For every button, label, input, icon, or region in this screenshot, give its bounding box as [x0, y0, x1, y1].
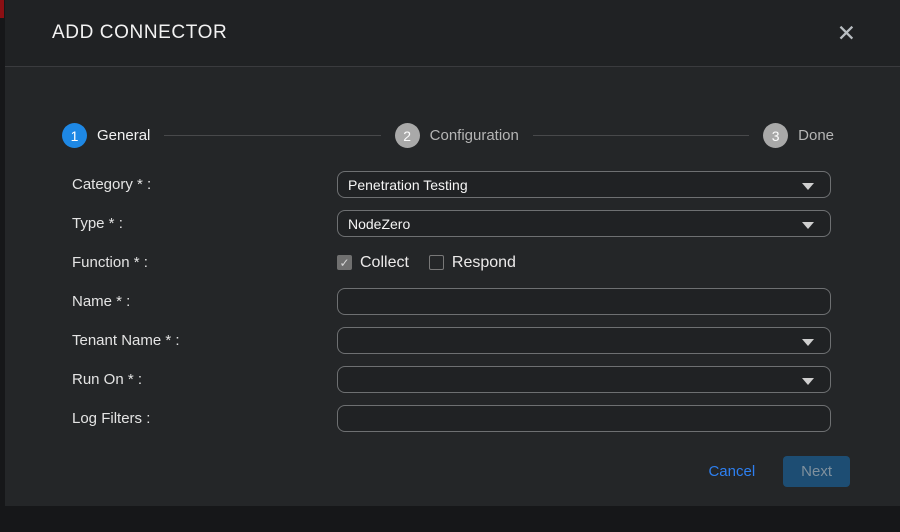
add-connector-dialog: ADD CONNECTOR ✕ 1 General 2 Configuratio… [5, 0, 900, 506]
collect-checkbox-label: Collect [360, 254, 409, 272]
chevron-down-icon [802, 339, 814, 346]
dialog-title: ADD CONNECTOR [52, 22, 227, 44]
step-2-circle: 2 [395, 123, 420, 148]
connector-form: Category * : Penetration Testing Type * … [5, 171, 900, 444]
checkbox-checked-icon[interactable]: ✓ [337, 255, 352, 270]
chevron-down-icon [802, 378, 814, 385]
respond-checkbox[interactable]: Respond [429, 254, 516, 272]
function-checkbox-group: ✓ Collect Respond [337, 254, 831, 272]
wizard-stepper: 1 General 2 Configuration 3 Done [62, 123, 834, 148]
step-connector-line [164, 135, 380, 136]
page-background-accent [0, 0, 4, 18]
dialog-footer: Cancel Next [5, 456, 900, 487]
chevron-down-icon [802, 183, 814, 190]
name-input[interactable] [337, 288, 831, 315]
log-filters-label: Log Filters : [72, 410, 337, 427]
name-row: Name * : [72, 288, 900, 315]
tenant-name-row: Tenant Name * : [72, 327, 900, 354]
step-general: 1 General [62, 123, 150, 148]
step-3-label: Done [798, 127, 834, 144]
type-row: Type * : NodeZero [72, 210, 900, 237]
step-2-label: Configuration [430, 127, 519, 144]
function-row: Function * : ✓ Collect Respond [72, 249, 900, 276]
run-on-select[interactable] [337, 366, 831, 393]
type-label: Type * : [72, 215, 337, 232]
tenant-name-select[interactable] [337, 327, 831, 354]
type-value: NodeZero [348, 216, 816, 232]
name-label: Name * : [72, 293, 337, 310]
respond-checkbox-label: Respond [452, 254, 516, 272]
step-3-circle: 3 [763, 123, 788, 148]
category-value: Penetration Testing [348, 177, 816, 193]
dialog-header: ADD CONNECTOR ✕ [5, 0, 900, 67]
next-button[interactable]: Next [783, 456, 850, 487]
run-on-row: Run On * : [72, 366, 900, 393]
tenant-name-label: Tenant Name * : [72, 332, 337, 349]
step-configuration: 2 Configuration [395, 123, 519, 148]
log-filters-input[interactable] [337, 405, 831, 432]
log-filters-row: Log Filters : [72, 405, 900, 432]
chevron-down-icon [802, 222, 814, 229]
category-label: Category * : [72, 176, 337, 193]
step-1-label: General [97, 127, 150, 144]
close-icon[interactable]: ✕ [837, 22, 856, 45]
run-on-label: Run On * : [72, 371, 337, 388]
category-select[interactable]: Penetration Testing [337, 171, 831, 198]
collect-checkbox[interactable]: ✓ Collect [337, 254, 409, 272]
cancel-button[interactable]: Cancel [708, 463, 755, 480]
step-done: 3 Done [763, 123, 834, 148]
type-select[interactable]: NodeZero [337, 210, 831, 237]
checkbox-unchecked-icon[interactable] [429, 255, 444, 270]
step-1-circle: 1 [62, 123, 87, 148]
category-row: Category * : Penetration Testing [72, 171, 900, 198]
step-connector-line [533, 135, 749, 136]
function-label: Function * : [72, 254, 337, 271]
